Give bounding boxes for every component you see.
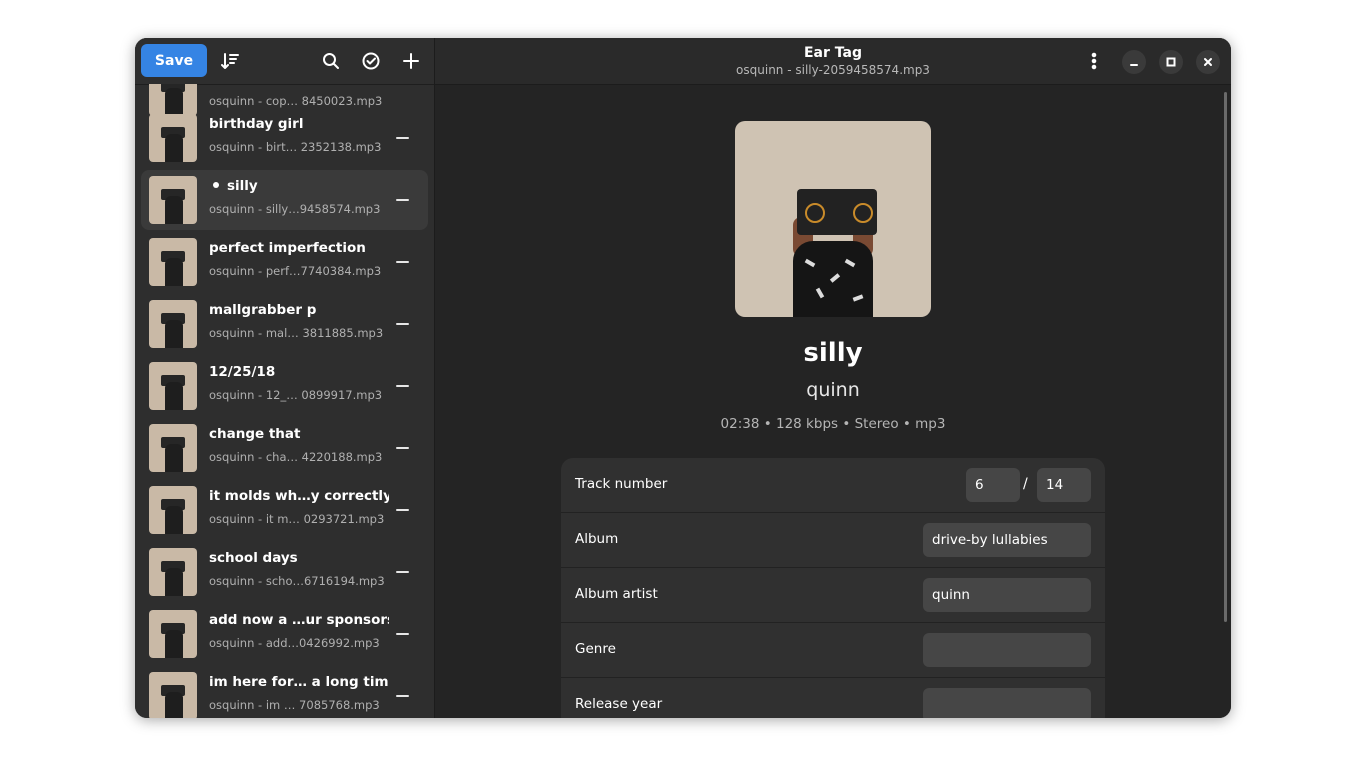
file-name: osquinn - cop… 8450023.mp3 [209, 94, 383, 108]
remove-file-button[interactable] [395, 317, 409, 331]
song-properties: 02:38 • 128 kbps • Stereo • mp3 [720, 416, 946, 432]
window-subtitle: osquinn - silly-2059458574.mp3 [736, 63, 930, 77]
tag-fields-list: Track number 6 / 14 Album drive-by lulla… [561, 458, 1105, 718]
album-cover-thumbnail [149, 362, 197, 410]
file-title: perfect imperfection [209, 240, 366, 256]
maximize-icon[interactable] [1159, 50, 1183, 74]
remove-file-button[interactable] [395, 565, 409, 579]
remove-file-button[interactable] [395, 379, 409, 393]
album-cover-thumbnail [149, 610, 197, 658]
file-list: osquinn - cop… 8450023.mp3 birthday girl… [135, 84, 434, 718]
song-artist: quinn [806, 379, 860, 401]
file-list-item[interactable]: it molds wh…y correctly osquinn - it m… … [141, 480, 428, 540]
track-separator: / [1023, 476, 1028, 492]
file-title: add now a …ur sponsors [209, 612, 389, 628]
file-name: osquinn - add…0426992.mp3 [209, 636, 380, 650]
file-list-item-selected[interactable]: silly osquinn - silly…9458574.mp3 [141, 170, 428, 230]
app-window: Save osquinn - cop… 8450023.mp3 birthday… [135, 38, 1231, 718]
sidebar-header: Save [135, 38, 434, 85]
sort-icon[interactable] [215, 46, 245, 76]
file-list-item[interactable]: school days osquinn - scho…6716194.mp3 [141, 542, 428, 602]
release-year-input[interactable] [923, 688, 1091, 718]
release-year-row: Release year [561, 678, 1105, 718]
file-sidebar: Save osquinn - cop… 8450023.mp3 birthday… [135, 38, 435, 718]
album-artist-label: Album artist [575, 586, 658, 602]
file-title: im here for… a long time [209, 674, 389, 690]
file-list-item[interactable]: 12/25/18 osquinn - 12_… 0899917.mp3 [141, 356, 428, 416]
window-title: Ear Tag [803, 45, 862, 61]
album-cover-thumbnail [149, 672, 197, 718]
album-cover-thumbnail [149, 424, 197, 472]
file-name: osquinn - silly…9458574.mp3 [209, 202, 381, 216]
remove-file-button[interactable] [395, 131, 409, 145]
file-name: osquinn - mal… 3811885.mp3 [209, 326, 384, 340]
album-cover-thumbnail [149, 176, 197, 224]
album-input[interactable]: drive-by lullabies [923, 523, 1091, 557]
track-number-input[interactable]: 6 [966, 468, 1020, 502]
file-title: school days [209, 550, 298, 566]
genre-input[interactable] [923, 633, 1091, 667]
scrollbar[interactable] [1224, 92, 1227, 622]
album-cover-thumbnail [149, 548, 197, 596]
file-name: osquinn - im … 7085768.mp3 [209, 698, 380, 712]
album-cover-thumbnail [149, 486, 197, 534]
file-name: osquinn - perf…7740384.mp3 [209, 264, 382, 278]
album-label: Album [575, 531, 619, 547]
file-list-item[interactable]: birthday girl osquinn - birt… 2352138.mp… [141, 108, 428, 168]
album-cover-image[interactable] [735, 121, 931, 317]
header-bar: Ear Tag osquinn - silly-2059458574.mp3 [435, 38, 1231, 85]
file-name: osquinn - birt… 2352138.mp3 [209, 140, 382, 154]
tag-editor-panel: Ear Tag osquinn - silly-2059458574.mp3 s… [435, 38, 1231, 718]
album-cover-thumbnail [149, 238, 197, 286]
file-title: mallgrabber p [209, 302, 317, 318]
file-title: it molds wh…y correctly [209, 488, 389, 504]
release-year-label: Release year [575, 696, 663, 712]
file-title: change that [209, 426, 301, 442]
remove-file-button[interactable] [395, 689, 409, 703]
remove-file-button[interactable] [395, 503, 409, 517]
file-name: osquinn - cha… 4220188.mp3 [209, 450, 383, 464]
file-name: osquinn - it m… 0293721.mp3 [209, 512, 385, 526]
close-icon[interactable] [1196, 50, 1220, 74]
track-total-input[interactable]: 14 [1037, 468, 1091, 502]
modified-dot-icon [213, 182, 219, 188]
album-row: Album drive-by lullabies [561, 513, 1105, 568]
album-cover-thumbnail [149, 300, 197, 348]
file-list-item[interactable]: perfect imperfection osquinn - perf…7740… [141, 232, 428, 292]
song-title: silly [803, 338, 863, 368]
file-title: birthday girl [209, 116, 304, 132]
remove-file-button[interactable] [395, 627, 409, 641]
check-circle-icon[interactable] [356, 46, 386, 76]
file-title: silly [227, 178, 258, 194]
file-list-item[interactable]: mallgrabber p osquinn - mal… 3811885.mp3 [141, 294, 428, 354]
file-list-item[interactable]: add now a …ur sponsors osquinn - add…042… [141, 604, 428, 664]
search-icon[interactable] [316, 46, 346, 76]
file-name: osquinn - 12_… 0899917.mp3 [209, 388, 383, 402]
file-name: osquinn - scho…6716194.mp3 [209, 574, 385, 588]
minimize-icon[interactable] [1122, 50, 1146, 74]
genre-label: Genre [575, 641, 616, 657]
remove-file-button[interactable] [395, 193, 409, 207]
plus-icon[interactable] [396, 46, 426, 76]
file-list-item[interactable]: change that osquinn - cha… 4220188.mp3 [141, 418, 428, 478]
file-title: 12/25/18 [209, 364, 276, 380]
remove-file-button[interactable] [395, 255, 409, 269]
album-artist-row: Album artist quinn [561, 568, 1105, 623]
album-cover-thumbnail [149, 114, 197, 162]
file-list-item[interactable]: im here for… a long time osquinn - im … … [141, 666, 428, 718]
genre-row: Genre [561, 623, 1105, 678]
album-artist-input[interactable]: quinn [923, 578, 1091, 612]
track-number-row: Track number 6 / 14 [561, 458, 1105, 513]
remove-file-button[interactable] [395, 441, 409, 455]
file-title-row: silly [209, 178, 389, 194]
track-number-label: Track number [575, 476, 668, 492]
save-button[interactable]: Save [141, 44, 207, 77]
kebab-menu-icon[interactable] [1079, 46, 1109, 76]
